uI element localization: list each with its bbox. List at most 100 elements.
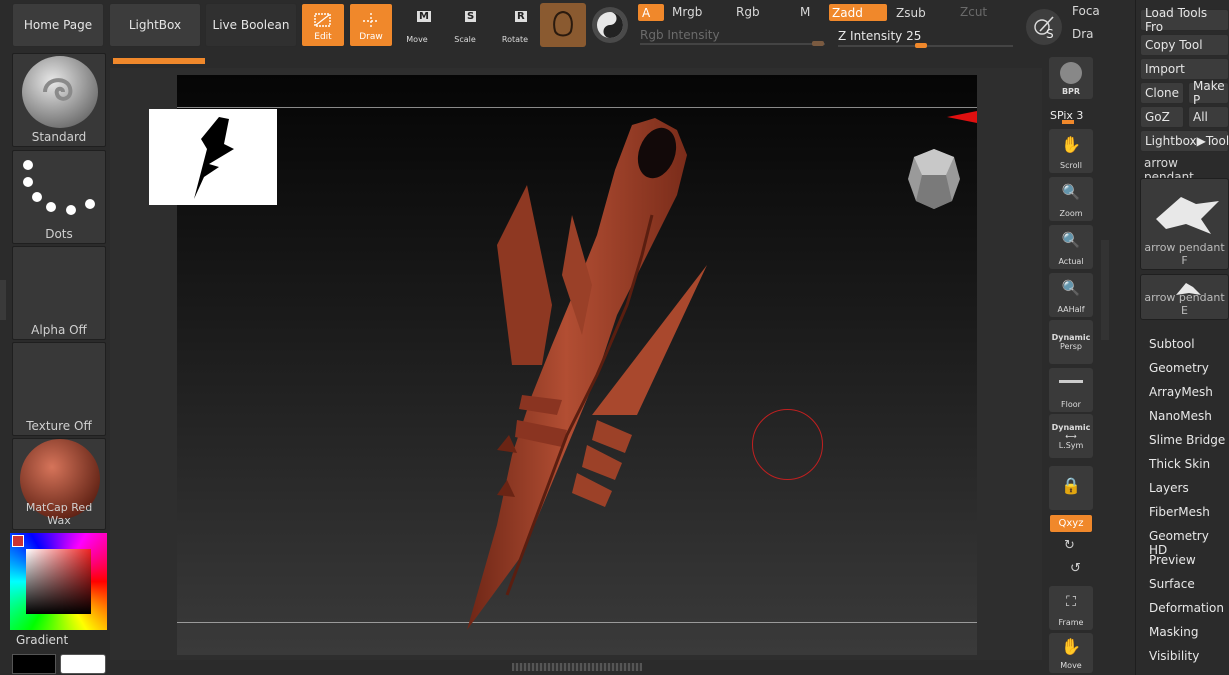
s-key-label: S (1046, 27, 1054, 41)
live-boolean-button[interactable]: Live Boolean (205, 3, 297, 47)
rotate-y-icon[interactable]: ↻ (1064, 538, 1075, 553)
spix-slider[interactable]: SPix 3 (1050, 104, 1094, 128)
move-view-button[interactable]: ✋ Move (1049, 633, 1093, 673)
scroll-label: Scroll (1060, 161, 1082, 170)
draw-size-label[interactable]: Dra (1072, 27, 1094, 41)
menu-item-deformation[interactable]: Deformation (1149, 601, 1224, 615)
zcut-button[interactable]: Zcut (960, 5, 987, 19)
lightbox-tools-button[interactable]: Lightbox▶Tools (1140, 130, 1229, 152)
texture-slot[interactable]: Texture Off (12, 342, 106, 436)
scale-label: Scale (454, 35, 476, 44)
zsub-button[interactable]: Zsub (896, 6, 926, 20)
floor-button[interactable]: Floor (1049, 368, 1093, 412)
color-picker[interactable] (10, 533, 107, 630)
import-button[interactable]: Import (1140, 58, 1229, 80)
goz-button[interactable]: GoZ (1140, 106, 1184, 128)
main-color-swatch[interactable] (12, 535, 24, 547)
lsym-button[interactable]: Dynamic ⟷ L.Sym (1049, 414, 1093, 458)
menu-item-surface[interactable]: Surface (1149, 577, 1195, 591)
zoom-icon: 🔍 (1061, 183, 1081, 201)
brush-settings-button[interactable]: S (1026, 9, 1062, 45)
canvas-viewport[interactable] (177, 75, 977, 655)
matcap-label: MatCap Red Wax (25, 501, 93, 527)
dots-label: Dots (45, 227, 73, 241)
menu-item-arraymesh[interactable]: ArrayMesh (1149, 385, 1213, 399)
secondary-color-white[interactable] (60, 654, 106, 674)
lock-button[interactable]: 🔒 (1049, 466, 1093, 510)
spix-handle[interactable] (1062, 120, 1074, 124)
draw-label: Draw (359, 32, 383, 42)
reference-image[interactable] (149, 109, 277, 205)
alpha-slot[interactable]: Alpha Off (12, 246, 106, 340)
z-intensity-slider[interactable]: Z Intensity 25 (835, 26, 1015, 48)
dots-stroke-slot[interactable]: Dots (12, 150, 106, 244)
menu-item-layers[interactable]: Layers (1149, 481, 1189, 495)
material-swatch-button[interactable] (540, 3, 586, 47)
make-polymesh-button[interactable]: Make P (1188, 79, 1229, 107)
frame-button[interactable]: ⛶ Frame (1049, 586, 1093, 630)
menu-item-fibermesh[interactable]: FiberMesh (1149, 505, 1210, 519)
tool-thumb-large[interactable]: arrow pendant F (1140, 178, 1229, 270)
zoom-label: Zoom (1059, 209, 1083, 218)
rgb-button[interactable]: Rgb (736, 5, 760, 19)
sphere-mode-button[interactable] (592, 7, 628, 43)
aahalf-icon: 🔍 (1061, 279, 1081, 297)
brush-cursor (752, 409, 823, 480)
menu-item-thick-skin[interactable]: Thick Skin (1149, 457, 1210, 471)
xyz-button[interactable]: Qxyz (1049, 514, 1093, 533)
draw-icon (363, 13, 379, 29)
persp-label: Persp (1060, 342, 1082, 351)
bpr-label: BPR (1061, 87, 1081, 96)
lsym-arrows-icon: ⟷ (1065, 431, 1077, 441)
gradient-label[interactable]: Gradient (16, 633, 68, 647)
arrow-pendant-model (467, 118, 707, 630)
menu-item-preview[interactable]: Preview (1149, 553, 1196, 567)
z-intensity-handle[interactable] (915, 43, 927, 48)
rotate-z-icon[interactable]: ↺ (1070, 561, 1081, 576)
secondary-color-black[interactable] (12, 654, 56, 674)
rgb-intensity-handle[interactable] (812, 41, 824, 46)
copy-tool-button[interactable]: Copy Tool (1140, 34, 1229, 56)
standard-brush-slot[interactable]: Standard (12, 53, 106, 147)
left-tray-arrow[interactable] (0, 280, 6, 320)
tool-thumb-small[interactable]: arrow pendant E (1140, 274, 1229, 320)
menu-item-subtool[interactable]: Subtool (1149, 337, 1195, 351)
menu-item-nanomesh[interactable]: NanoMesh (1149, 409, 1212, 423)
mrgb-button[interactable]: Mrgb (672, 5, 702, 19)
lightbox-button[interactable]: LightBox (109, 3, 201, 47)
zadd-button[interactable]: Zadd (828, 3, 888, 22)
all-button[interactable]: All (1188, 106, 1229, 128)
menu-item-visibility[interactable]: Visibility (1149, 649, 1199, 663)
menu-item-slime-bridge[interactable]: Slime Bridge (1149, 433, 1225, 447)
aahalf-label: AAHalf (1057, 305, 1085, 314)
aahalf-button[interactable]: 🔍 AAHalf (1049, 273, 1093, 317)
texture-label: Texture Off (26, 419, 92, 433)
draw-button[interactable]: Draw (349, 3, 393, 47)
scale-button[interactable]: S Scale (443, 3, 487, 47)
m-button[interactable]: M (800, 5, 810, 19)
bpr-button[interactable]: BPR (1049, 57, 1093, 99)
bottom-tray-handle[interactable] (512, 663, 642, 671)
menu-item-masking[interactable]: Masking (1149, 625, 1198, 639)
material-slot[interactable]: MatCap Red Wax (12, 438, 106, 530)
scroll-button[interactable]: ✋ Scroll (1049, 129, 1093, 173)
load-tools-button[interactable]: Load Tools Fro (1140, 6, 1229, 34)
move-button[interactable]: M Move (395, 3, 439, 47)
dynamic-label-1: Dynamic (1051, 333, 1091, 342)
menu-item-geometry[interactable]: Geometry (1149, 361, 1209, 375)
a-button[interactable]: A (637, 3, 665, 22)
zoom-button[interactable]: 🔍 Zoom (1049, 177, 1093, 221)
rgb-intensity-slider[interactable]: Rgb Intensity (637, 26, 827, 46)
move-view-label: Move (1060, 661, 1082, 670)
home-page-button[interactable]: Home Page (12, 3, 104, 47)
floor-icon (1059, 380, 1083, 383)
persp-button[interactable]: Dynamic Persp (1049, 320, 1093, 364)
axis-gizmo-icon[interactable] (947, 103, 977, 173)
rotate-button[interactable]: R Rotate (493, 3, 537, 47)
edit-button[interactable]: Edit (301, 3, 345, 47)
actual-button[interactable]: 🔍 Actual (1049, 225, 1093, 269)
clone-button[interactable]: Clone (1140, 82, 1184, 104)
focal-shift-label[interactable]: Foca (1072, 4, 1100, 18)
color-picker-square[interactable] (26, 549, 91, 614)
right-tray-arrow[interactable] (1101, 240, 1109, 340)
